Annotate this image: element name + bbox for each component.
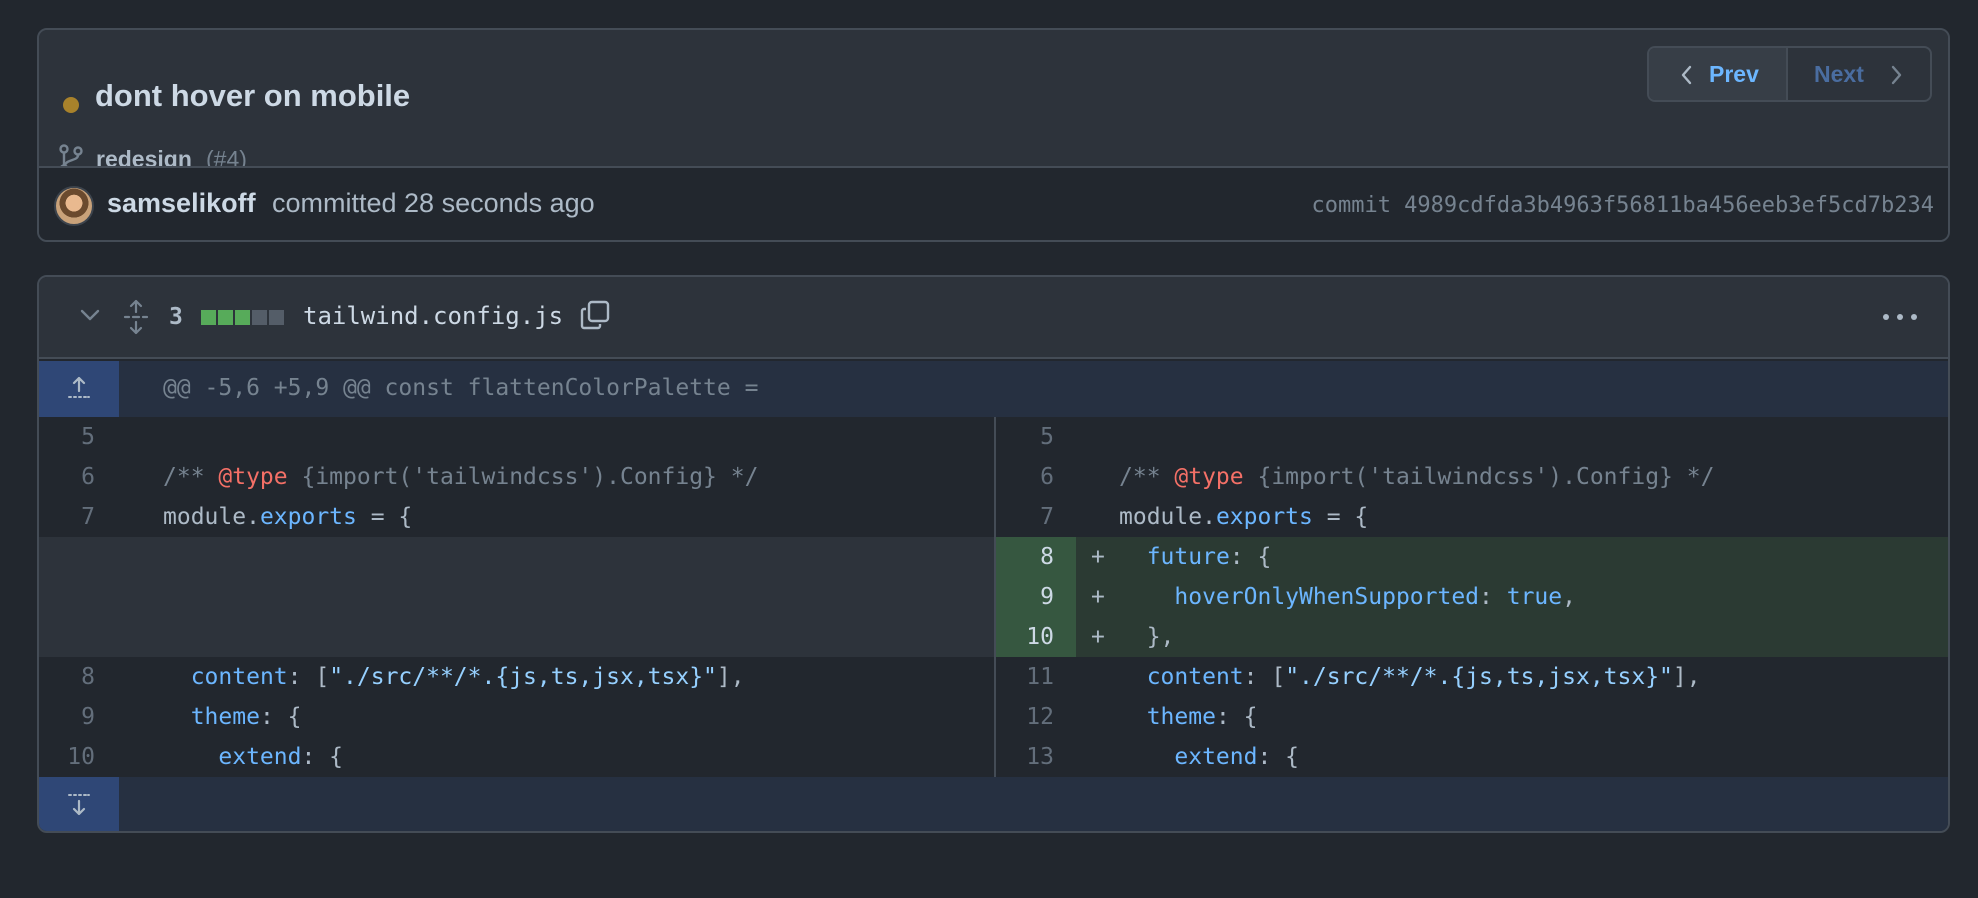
right-line-number[interactable]: 6 — [996, 464, 1076, 490]
diff-row: 8 content: ["./src/**/*.{js,ts,jsx,tsx}"… — [39, 657, 1948, 697]
author-link[interactable]: samselikoff — [107, 188, 256, 219]
diffstat-neutral-block — [269, 310, 284, 325]
added-block: 8 + future: { 9 + hoverOnlyWhenSupported… — [39, 537, 1948, 657]
chevron-left-icon — [1681, 65, 1692, 85]
left-line-number[interactable]: 7 — [39, 504, 119, 530]
left-line-number[interactable]: 9 — [39, 704, 119, 730]
copy-icon[interactable] — [579, 299, 611, 331]
left-code: theme: { — [190, 704, 302, 730]
diffstat-neutral-block — [252, 310, 267, 325]
left-line-number[interactable]: 6 — [39, 464, 119, 490]
unfold-icon[interactable] — [123, 299, 149, 335]
diff-row: 10 extend: { 13 extend: { — [39, 737, 1948, 777]
next-button[interactable]: Next — [1790, 48, 1930, 100]
committed-time: committed 28 seconds ago — [272, 188, 595, 218]
right-line-number[interactable]: 13 — [996, 744, 1076, 770]
file-name[interactable]: tailwind.config.js — [303, 302, 563, 330]
right-code: future: { — [1146, 544, 1272, 570]
right-code: module.exports = { — [1119, 504, 1369, 530]
right-line-number[interactable]: 8 — [996, 544, 1076, 570]
right-line-number[interactable]: 12 — [996, 704, 1076, 730]
chevron-down-icon[interactable] — [79, 307, 101, 323]
right-code: }, — [1119, 624, 1175, 650]
change-count: 3 — [169, 304, 183, 330]
commit-summary: dont hover on mobile redesign (#4) Prev … — [39, 30, 1948, 174]
right-code: hoverOnlyWhenSupported: true, — [1174, 584, 1576, 610]
next-label: Next — [1814, 61, 1864, 87]
hunk-header-text: @@ -5,6 +5,9 @@ const flattenColorPalett… — [163, 375, 759, 401]
expand-down-button[interactable] — [39, 777, 119, 831]
right-line-number[interactable]: 11 — [996, 664, 1076, 690]
kebab-menu-icon[interactable] — [1882, 313, 1918, 321]
right-line-number[interactable]: 7 — [996, 504, 1076, 530]
diff-row: 6 /** @type {import('tailwindcss').Confi… — [39, 457, 1948, 497]
added-row: 8 + future: { — [39, 537, 1948, 577]
diff-row: 9 theme: { 12 theme: { — [39, 697, 1948, 737]
hunk-header-row: @@ -5,6 +5,9 @@ const flattenColorPalett… — [39, 361, 1948, 417]
right-code: extend: { — [1174, 744, 1300, 770]
expand-up-icon — [68, 376, 90, 398]
diffstat-add-block — [235, 310, 250, 325]
status-dot — [63, 97, 79, 113]
left-code: /** @type {import('tailwindcss').Config}… — [163, 464, 759, 490]
commit-header: dont hover on mobile redesign (#4) Prev … — [37, 28, 1950, 242]
right-code: content: ["./src/**/*.{js,ts,jsx,tsx}"], — [1146, 664, 1701, 690]
right-line-number[interactable]: 5 — [996, 424, 1076, 450]
chevron-right-icon — [1891, 65, 1902, 85]
left-line-number[interactable]: 10 — [39, 744, 119, 770]
diff-row: 5 5 — [39, 417, 1948, 457]
file-header: 3 tailwind.config.js — [39, 277, 1948, 359]
right-line-number[interactable]: 10 — [996, 624, 1076, 650]
left-code: extend: { — [218, 744, 344, 770]
commit-nav: Prev Next — [1647, 46, 1932, 102]
right-code: theme: { — [1146, 704, 1258, 730]
expand-down-row — [39, 777, 1948, 831]
commit-title: dont hover on mobile — [95, 78, 411, 113]
diff-row: 7 module.exports = { 7 module.exports = … — [39, 497, 1948, 537]
left-code: content: ["./src/**/*.{js,ts,jsx,tsx}"], — [190, 664, 745, 690]
avatar[interactable] — [54, 186, 94, 226]
right-line-number[interactable]: 9 — [996, 584, 1076, 610]
added-row: 9 + hoverOnlyWhenSupported: true, — [39, 577, 1948, 617]
expand-up-button[interactable] — [39, 361, 119, 417]
commit-meta: samselikoff committed 28 seconds ago com… — [39, 166, 1948, 240]
prev-button[interactable]: Prev — [1649, 48, 1788, 100]
commit-hash: commit 4989cdfda3b4963f56811ba456eeb3ef5… — [1311, 193, 1934, 218]
file-diff: 3 tailwind.config.js @@ -5,6 +5,9 @@ con… — [37, 275, 1950, 833]
split-diff: 5 5 6 /** @type {import('tailwindcss').C… — [39, 417, 1948, 777]
prev-label: Prev — [1709, 61, 1759, 87]
plus-marker: + — [1091, 584, 1105, 610]
left-line-number[interactable]: 8 — [39, 664, 119, 690]
plus-marker: + — [1091, 624, 1105, 650]
expand-down-icon — [68, 794, 90, 816]
added-row: 10 + }, — [39, 617, 1948, 657]
left-line-number[interactable]: 5 — [39, 424, 119, 450]
diffstat-add-block — [201, 310, 216, 325]
right-code: /** @type {import('tailwindcss').Config}… — [1119, 464, 1715, 490]
diffstat — [201, 310, 286, 326]
diffstat-add-block — [218, 310, 233, 325]
plus-marker: + — [1091, 544, 1105, 570]
left-code: module.exports = { — [163, 504, 413, 530]
